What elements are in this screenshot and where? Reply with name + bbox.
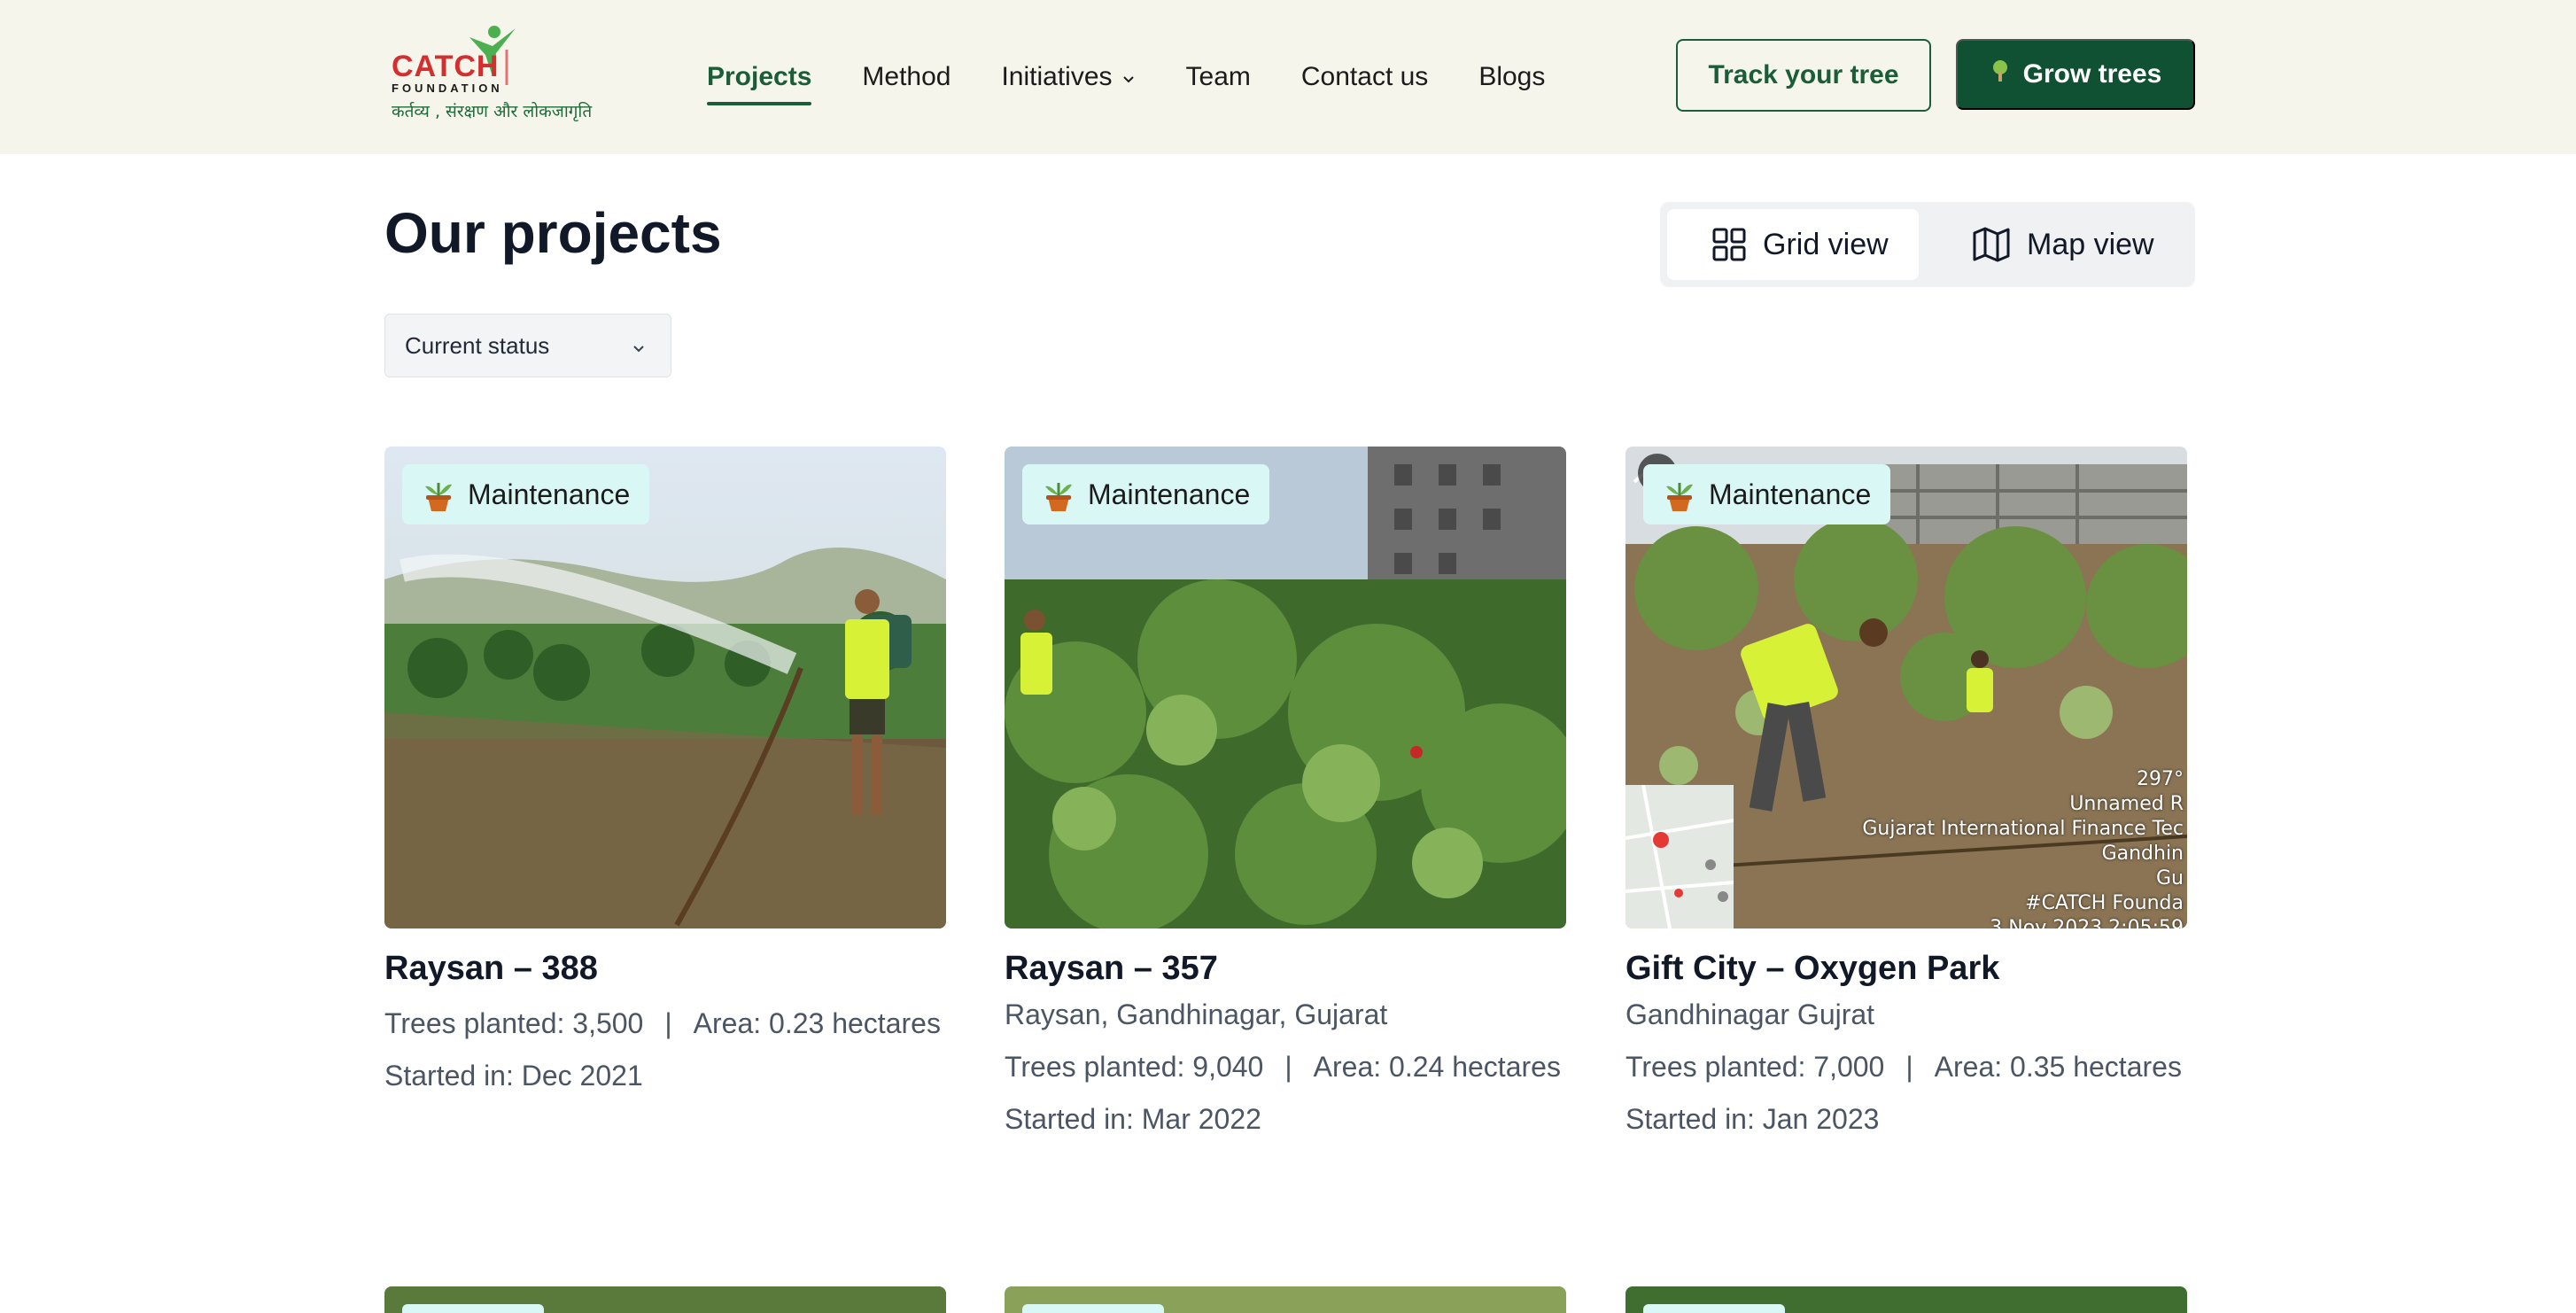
map-icon: [1973, 227, 2010, 262]
project-stats: Trees planted: 9,040 | Area: 0.24 hectar…: [1005, 1051, 1566, 1084]
track-your-tree-button[interactable]: Track your tree: [1676, 39, 1931, 112]
status-badge: Maintenance: [1643, 464, 1891, 524]
trees-planted: Trees planted: 3,500: [384, 1007, 644, 1039]
nav-projects-label: Projects: [707, 62, 812, 91]
project-card-partial[interactable]: [1626, 1286, 2187, 1313]
geotag-line: #CATCH Founda: [2025, 892, 2184, 914]
photo-geotag-overlay: 297° Unnamed R Gujarat International Fin…: [1862, 767, 2184, 928]
catch-foundation-logo[interactable]: CATCH FOUNDATION कर्तव्य , संरक्षण और लो…: [386, 23, 592, 126]
nav-blogs-label: Blogs: [1478, 62, 1546, 91]
page-title: Our projects: [384, 201, 722, 265]
nav-contact-label: Contact us: [1300, 62, 1429, 91]
project-name: Raysan – 357: [1005, 950, 1218, 987]
nav-contact[interactable]: Contact us: [1301, 50, 1428, 104]
nav-initiatives-label: Initiatives: [1001, 62, 1113, 91]
geotag-line: Gandhin: [2101, 843, 2184, 865]
status-badge: Maintenance: [402, 464, 650, 524]
project-photo: 297° Unnamed R Gujarat International Fin…: [1626, 447, 2187, 928]
stats-separator: |: [1284, 1051, 1292, 1083]
status-badge: [1643, 1304, 1785, 1313]
nav-blogs[interactable]: Blogs: [1478, 50, 1545, 104]
project-location: Gandhinagar Gujrat: [1626, 998, 1875, 1030]
nav-team[interactable]: Team: [1186, 50, 1251, 104]
project-card[interactable]: Maintenance Raysan – 357 Raysan, Gandhin…: [1005, 447, 1566, 1136]
location-map-thumbnail: [1626, 784, 1734, 928]
project-start-date: Started in: Dec 2021: [384, 1060, 643, 1092]
status-badge: [402, 1304, 544, 1313]
grid-icon: [1712, 228, 1746, 261]
project-name: Raysan – 388: [384, 950, 598, 987]
nav-method[interactable]: Method: [862, 50, 950, 104]
stats-separator: |: [664, 1007, 672, 1039]
tree-icon: [1990, 59, 2011, 89]
map-view-button[interactable]: Map view: [1970, 209, 2183, 280]
geotag-line: Gujarat International Finance Tec: [1862, 818, 2184, 840]
project-card[interactable]: 297° Unnamed R Gujarat International Fin…: [1626, 447, 2187, 1136]
trees-planted: Trees planted: 9,040: [1005, 1051, 1264, 1083]
project-stats: Trees planted: 3,500 | Area: 0.23 hectar…: [384, 1007, 946, 1040]
project-stats: Trees planted: 7,000 | Area: 0.35 hectar…: [1626, 1051, 2187, 1084]
nav-method-label: Method: [862, 62, 951, 91]
potted-plant-icon: [1045, 483, 1072, 511]
view-toggle: Grid view Map view: [1660, 202, 2195, 287]
nav-team-label: Team: [1185, 62, 1251, 91]
stats-separator: |: [1905, 1051, 1913, 1083]
project-area: Area: 0.24 hectares: [1313, 1051, 1561, 1083]
status-badge-label: Maintenance: [1709, 478, 1872, 510]
project-start-date: Started in: Mar 2022: [1005, 1103, 1261, 1135]
status-badge: Maintenance: [1022, 464, 1270, 524]
site-header: CATCH FOUNDATION कर्तव्य , संरक्षण और लो…: [0, 0, 2576, 154]
logo-brand-sub: FOUNDATION: [392, 82, 503, 95]
potted-plant-icon: [1666, 483, 1693, 511]
grow-trees-label: Grow trees: [2022, 59, 2162, 89]
main-nav: Projects Method Initiatives Team Contact…: [707, 0, 1595, 154]
grid-view-button[interactable]: Grid view: [1667, 209, 1919, 280]
geotag-line: 297°: [2137, 768, 2184, 790]
project-location: Raysan, Gandhinagar, Gujarat: [1005, 998, 1388, 1030]
status-badge-label: Maintenance: [1088, 478, 1251, 510]
grid-view-label: Grid view: [1763, 227, 1889, 261]
potted-plant-icon: [425, 483, 452, 511]
geotag-line: 3 Nov 2023 2:05:59: [1990, 917, 2184, 928]
project-name: Gift City – Oxygen Park: [1626, 950, 2000, 987]
project-card-partial[interactable]: [1005, 1286, 1566, 1313]
logo-brand: CATCH: [392, 50, 500, 83]
trees-planted: Trees planted: 7,000: [1626, 1051, 1885, 1083]
status-badge: [1022, 1304, 1164, 1313]
project-photo: Maintenance: [384, 447, 946, 928]
project-card-partial[interactable]: [384, 1286, 946, 1313]
nav-projects[interactable]: Projects: [707, 50, 812, 105]
current-status-select[interactable]: Current status: [384, 314, 671, 377]
track-your-tree-label: Track your tree: [1708, 60, 1899, 89]
status-badge-label: Maintenance: [468, 478, 631, 510]
chevron-down-icon: [1121, 62, 1136, 92]
chevron-down-icon: [630, 336, 648, 363]
geotag-line: Unnamed R: [2069, 793, 2184, 815]
project-area: Area: 0.35 hectares: [1934, 1051, 2182, 1083]
project-card[interactable]: Maintenance Raysan – 388 Trees planted: …: [384, 447, 946, 1092]
geotag-line: Gu: [2156, 867, 2184, 890]
current-status-label: Current status: [405, 331, 550, 359]
project-photo: Maintenance: [1005, 447, 1566, 928]
logo-tagline: कर्तव्य , संरक्षण और लोकजागृति: [392, 102, 593, 121]
project-area: Area: 0.23 hectares: [693, 1007, 941, 1039]
nav-initiatives[interactable]: Initiatives: [1001, 50, 1135, 104]
map-pin-icon: [1626, 784, 1734, 928]
grow-trees-button[interactable]: Grow trees: [1956, 39, 2195, 110]
project-start-date: Started in: Jan 2023: [1626, 1103, 1880, 1135]
map-view-label: Map view: [2027, 227, 2154, 261]
